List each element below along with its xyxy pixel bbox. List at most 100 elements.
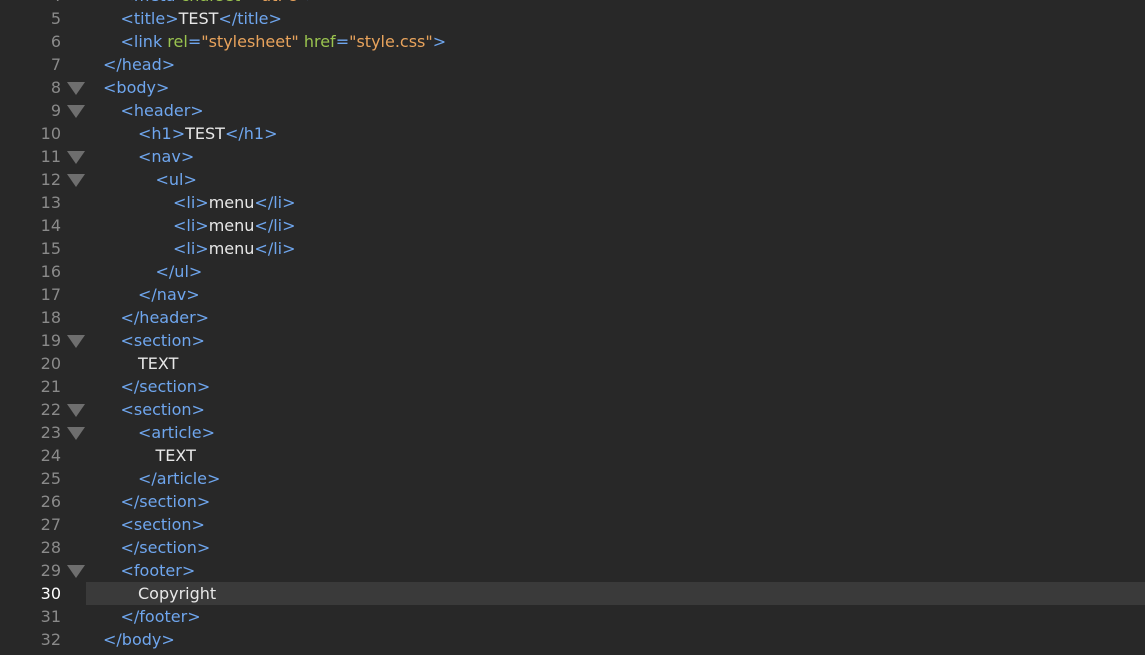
code-token-tag: <li>	[173, 239, 209, 258]
line-code[interactable]: </body>	[86, 628, 175, 651]
line-code[interactable]: <section>	[86, 398, 205, 421]
code-line[interactable]: 8 <body>	[0, 76, 1145, 99]
code-line[interactable]: 11 <nav>	[0, 145, 1145, 168]
line-number: 23	[40, 423, 61, 442]
line-code[interactable]: </header>	[86, 306, 210, 329]
line-code[interactable]: <h1>TEST</h1>	[86, 122, 277, 145]
code-line[interactable]: 14 <li>menu</li>	[0, 214, 1145, 237]
line-code[interactable]: <li>menu</li>	[86, 214, 296, 237]
line-code[interactable]: <nav>	[86, 145, 194, 168]
line-code[interactable]: <article>	[86, 421, 215, 444]
line-code[interactable]: <meta charset="utf-8">	[86, 0, 319, 7]
code-line[interactable]: 26 </section>	[0, 490, 1145, 513]
code-token-tag: =	[240, 0, 253, 5]
line-number: 9	[50, 101, 61, 120]
code-editor[interactable]: 4<meta charset="utf-8">5<title>TEST</tit…	[0, 0, 1145, 655]
code-token-tag: </ul>	[155, 262, 203, 281]
code-line[interactable]: 19 <section>	[0, 329, 1145, 352]
code-line[interactable]: 31 </footer>	[0, 605, 1145, 628]
code-line[interactable]: 18 </header>	[0, 306, 1145, 329]
line-code[interactable]: <li>menu</li>	[86, 237, 296, 260]
line-number: 6	[50, 32, 61, 51]
fold-arrow-icon[interactable]	[67, 427, 85, 440]
code-token-tag: <section>	[120, 400, 205, 419]
line-number: 15	[40, 239, 61, 258]
code-token-txt: TEST	[178, 9, 219, 28]
code-line[interactable]: 10 <h1>TEST</h1>	[0, 122, 1145, 145]
line-code[interactable]: </nav>	[86, 283, 200, 306]
code-line[interactable]: 22 <section>	[0, 398, 1145, 421]
code-token-str: "style.css"	[349, 32, 433, 51]
code-lines[interactable]: 4<meta charset="utf-8">5<title>TEST</tit…	[0, 0, 1145, 651]
fold-arrow-icon[interactable]	[67, 404, 85, 417]
code-line[interactable]: 15 <li>menu</li>	[0, 237, 1145, 260]
line-code[interactable]: <title>TEST</title>	[86, 7, 282, 30]
code-token-tag: <nav>	[138, 147, 195, 166]
code-token-tag: </header>	[120, 308, 210, 327]
line-number: 10	[40, 124, 61, 143]
line-number: 26	[40, 492, 61, 511]
fold-arrow-icon[interactable]	[67, 151, 85, 164]
line-code[interactable]: </section>	[86, 536, 211, 559]
line-code[interactable]: <section>	[86, 513, 205, 536]
current-line-highlight	[86, 582, 1145, 605]
line-number: 28	[40, 538, 61, 557]
code-token-tag: </article>	[138, 469, 221, 488]
line-code[interactable]: <header>	[86, 99, 204, 122]
code-token-tag: >	[432, 32, 447, 51]
fold-arrow-icon[interactable]	[67, 105, 85, 118]
line-code[interactable]: Copyright	[86, 582, 216, 605]
code-token-tag: <header>	[120, 101, 204, 120]
code-line[interactable]: 28 </section>	[0, 536, 1145, 559]
code-line[interactable]: 13 <li>menu</li>	[0, 191, 1145, 214]
code-line[interactable]: 12 <ul>	[0, 168, 1145, 191]
code-line[interactable]: 25 </article>	[0, 467, 1145, 490]
code-line[interactable]: 24 TEXT	[0, 444, 1145, 467]
line-code[interactable]: <section>	[86, 329, 205, 352]
code-line[interactable]: 32 </body>	[0, 628, 1145, 651]
code-token-tag: <li>	[173, 216, 209, 235]
code-line[interactable]: 17 </nav>	[0, 283, 1145, 306]
code-line[interactable]: 7 </head>	[0, 53, 1145, 76]
line-code[interactable]: TEXT	[86, 444, 196, 467]
code-token-tag: </body>	[103, 630, 175, 649]
line-code[interactable]: <body>	[86, 76, 169, 99]
line-number: 32	[40, 630, 61, 649]
code-line[interactable]: 5 <title>TEST</title>	[0, 7, 1145, 30]
code-token-tag: </section>	[120, 538, 211, 557]
line-code[interactable]: TEXT	[86, 352, 178, 375]
line-code[interactable]: </section>	[86, 375, 211, 398]
code-line[interactable]: 27 <section>	[0, 513, 1145, 536]
code-line[interactable]: 6 <link rel="stylesheet" href="style.css"…	[0, 30, 1145, 53]
code-line[interactable]: 4 <meta charset="utf-8">	[0, 0, 1145, 7]
line-code[interactable]: </section>	[86, 490, 211, 513]
code-token-txt: TEXT	[138, 354, 179, 373]
code-line[interactable]: 23 <article>	[0, 421, 1145, 444]
line-code[interactable]: </head>	[86, 53, 175, 76]
code-token-tag: <title>	[120, 9, 179, 28]
line-code[interactable]: <li>menu</li>	[86, 191, 296, 214]
code-line[interactable]: 30 Copyright	[0, 582, 1145, 605]
line-code[interactable]: </footer>	[86, 605, 201, 628]
code-token-txt: menu	[208, 216, 255, 235]
line-code[interactable]: <ul>	[86, 168, 197, 191]
line-code[interactable]: </ul>	[86, 260, 203, 283]
code-line[interactable]: 20 TEXT	[0, 352, 1145, 375]
fold-arrow-icon[interactable]	[67, 565, 85, 578]
fold-arrow-icon[interactable]	[67, 174, 85, 187]
code-line[interactable]: 21 </section>	[0, 375, 1145, 398]
code-token-tag: </head>	[103, 55, 176, 74]
fold-arrow-icon[interactable]	[67, 335, 85, 348]
code-line[interactable]: 16 </ul>	[0, 260, 1145, 283]
line-number: 11	[40, 147, 61, 166]
code-line[interactable]: 29 <footer>	[0, 559, 1145, 582]
line-number: 29	[40, 561, 61, 580]
code-token-tag: <h1>	[138, 124, 186, 143]
line-code[interactable]: <footer>	[86, 559, 196, 582]
code-token-txt: TEST	[185, 124, 225, 143]
line-code[interactable]: </article>	[86, 467, 220, 490]
code-token-tag: <section>	[120, 515, 205, 534]
fold-arrow-icon[interactable]	[67, 82, 85, 95]
line-code[interactable]: <link rel="stylesheet" href="style.css">	[86, 30, 447, 53]
code-line[interactable]: 9 <header>	[0, 99, 1145, 122]
